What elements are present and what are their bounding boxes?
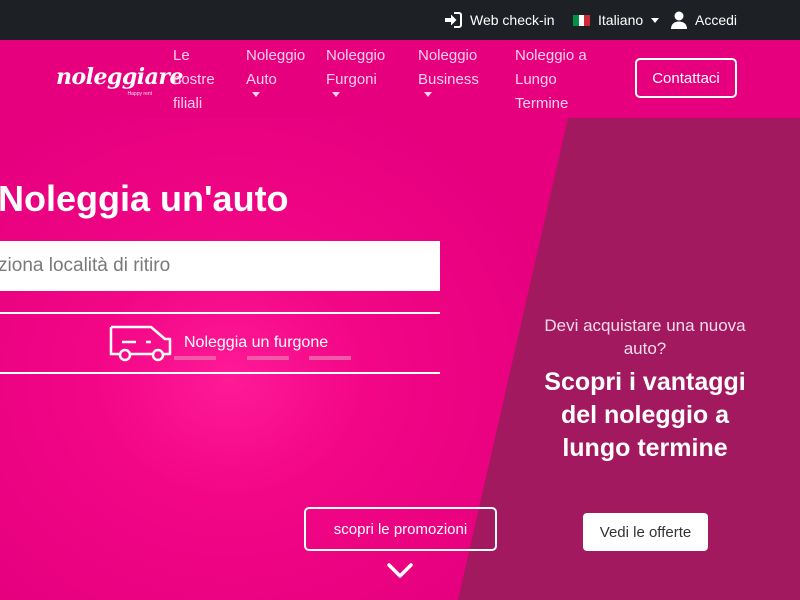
chevron-down-icon <box>424 92 432 97</box>
nav-label-line: Business <box>418 68 479 97</box>
nav-label-line: Noleggio <box>246 47 306 64</box>
top-bar: Web check-in Italiano Accedi <box>0 0 800 40</box>
pickup-location-input[interactable]: Seleziona località di ritiro <box>0 241 440 291</box>
noleggiare-logo[interactable]: noleggiare Happy rent <box>56 64 184 100</box>
van-rental-label: Noleggia un furgone <box>184 334 329 351</box>
login-label: Accedi <box>695 12 738 28</box>
nav-label-line: Furgoni <box>326 68 385 97</box>
slider-indicators <box>174 356 354 360</box>
promo-subtitle: Devi acquistare una nuova auto? <box>544 316 746 358</box>
nav-label-line: filiali <box>173 95 203 112</box>
nav-label-text: Furgoni <box>326 71 377 88</box>
view-offers-button[interactable]: Vedi le offerte <box>583 513 708 551</box>
language-selector[interactable]: Italiano <box>573 0 660 40</box>
promo-headline: Scopri i vantaggi del noleggio a lungo t… <box>544 368 746 462</box>
language-label: Italiano <box>598 12 644 28</box>
nav-item-lungo-termine[interactable]: Noleggio a Lungo Termine <box>515 44 587 116</box>
nav-label-line: Noleggio <box>418 47 478 64</box>
slider-dot[interactable] <box>309 356 351 360</box>
chevron-down-icon <box>332 92 340 97</box>
nav-item-noleggio-auto[interactable]: Noleggio Auto <box>246 44 305 97</box>
logo-wordmark: noleggiare <box>56 64 184 90</box>
nav-item-filiali[interactable]: Le nostre filiali <box>173 44 215 116</box>
logo-tagline: Happy rent <box>127 91 152 97</box>
promotions-button[interactable]: scopri le promozioni <box>304 507 497 551</box>
nav-label-line: Termine <box>515 95 569 112</box>
nav-label-line: nostre <box>173 71 215 88</box>
nav-label-line: Noleggio <box>326 47 386 64</box>
web-checkin-label: Web check-in <box>470 12 555 28</box>
chevron-down-icon[interactable] <box>386 562 414 580</box>
nav-label-line: Auto <box>246 68 305 97</box>
chevron-down-icon <box>252 92 260 97</box>
nav-label-line: Lungo <box>515 71 557 88</box>
van-rental-row: Noleggia un furgone <box>0 312 440 374</box>
chevron-down-icon <box>651 17 660 23</box>
italy-flag-icon <box>573 14 591 26</box>
pickup-location-placeholder: Seleziona località di ritiro <box>0 255 171 276</box>
nav-label-text: Auto <box>246 71 277 88</box>
main-navbar: noleggiare Happy rent Le nostre filiali No… <box>0 40 800 118</box>
nav-label-line: Noleggio a <box>515 47 587 64</box>
login-link[interactable]: Accedi <box>671 0 737 40</box>
nav-label-text: Business <box>418 71 479 88</box>
hero-section: Noleggia un'auto Seleziona località di r… <box>0 118 800 600</box>
contact-button[interactable]: Contattaci <box>635 58 737 98</box>
hero-title-text: Noleggia un'auto <box>0 178 289 219</box>
web-checkin-link[interactable]: Web check-in <box>444 0 555 40</box>
sign-in-icon <box>445 12 462 28</box>
nav-label-line: Le <box>173 47 190 64</box>
nav-item-noleggio-business[interactable]: Noleggio Business <box>418 44 479 97</box>
slider-dot[interactable] <box>174 356 216 360</box>
van-icon <box>109 325 172 362</box>
nav-item-noleggio-furgoni[interactable]: Noleggio Furgoni <box>326 44 385 97</box>
hero-title: Noleggia un'auto <box>0 178 289 220</box>
slider-dot[interactable] <box>247 356 289 360</box>
user-icon <box>671 11 687 29</box>
promo-text-block: Devi acquistare una nuova auto? Scopri i… <box>540 314 750 465</box>
